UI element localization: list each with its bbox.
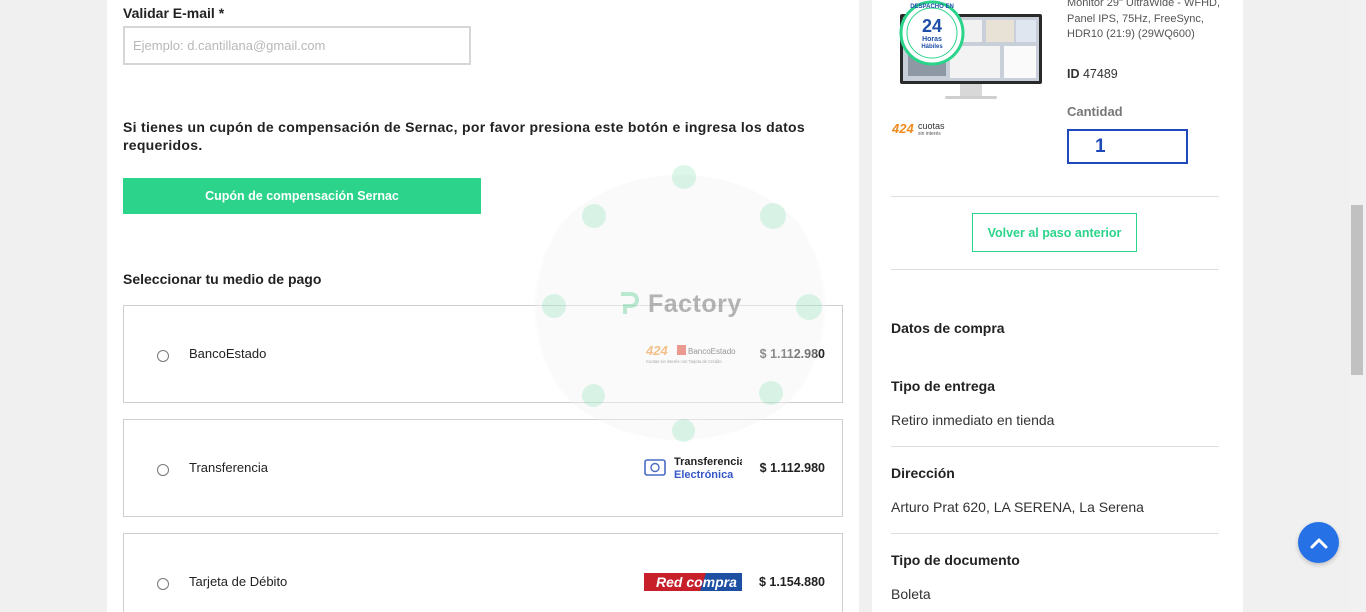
email-input[interactable] [123,26,471,65]
divider [891,196,1219,197]
divider [891,446,1219,447]
delivery-type-label: Tipo de entrega [891,378,995,394]
address-value: Arturo Prat 620, LA SERENA, La Serena [891,499,1144,515]
summary-title: Datos de compra [891,320,1005,336]
product-id-label: ID [1067,67,1080,81]
payment-option-name: BancoEstado [189,346,267,361]
radio-transferencia[interactable] [157,464,169,476]
cuotas-logo: 424 cuotas sin interés [892,121,945,137]
product-description: Monitor 29" UltraWide - WFHD, Panel IPS,… [1067,0,1221,40]
product-id: ID 47489 [1067,67,1118,81]
payment-price: $ 1.154.880 [758,575,825,589]
document-type-value: Boleta [891,586,931,602]
logo-brand-text: BancoEstado [688,347,736,356]
cuotas-number: 424 [892,121,914,136]
address-label: Dirección [891,465,955,481]
cuotas-text: cuotas [918,121,945,131]
radio-debito[interactable] [157,578,169,590]
sernac-coupon-button[interactable]: Cupón de compensación Sernac [123,178,481,214]
transfer-logo: Transferencia Electrónica [644,454,742,482]
payment-option-name: Tarjeta de Débito [189,574,288,589]
divider [891,533,1219,534]
payment-price: $ 1.112.980 [759,347,825,361]
quantity-input[interactable] [1067,129,1188,164]
transfer-logo-text: Transferencia [674,456,742,468]
chevron-up-icon [1310,538,1327,548]
redcompra-logo-text: Red compra [656,574,737,590]
badge-top-text: DESPACHO EN [910,4,954,10]
product-id-value: 47489 [1082,67,1118,81]
logo-424-text: 424 [646,343,668,358]
email-label: Validar E-mail * [123,5,225,21]
scrollbar-thumb[interactable] [1351,205,1363,375]
logo-sub-text: Cuotas sin interés con Tarjeta de Crédit… [646,359,722,364]
scroll-to-top-button[interactable] [1298,522,1339,563]
payment-option-bancoestado[interactable]: BancoEstado 424 BancoEstado Cuotas sin i… [123,305,843,403]
payment-option-transferencia[interactable]: Transferencia Transferencia Electrónica … [123,419,843,517]
quantity-label: Cantidad [1067,104,1123,119]
badge-sub-label: Hábiles [921,44,943,50]
redcompra-logo: Red compra [644,568,742,596]
sernac-instructions: Si tienes un cupón de compensación de Se… [123,119,805,153]
payment-option-debito[interactable]: Tarjeta de Débito Red compra $ 1.154.880 [123,533,843,612]
badge-hours-number: 24 [922,16,942,36]
bancoestado-logo: 424 BancoEstado Cuotas sin interés con T… [646,340,742,368]
delivery-type-value: Retiro inmediato en tienda [891,412,1055,428]
payment-price: $ 1.112.980 [759,461,825,475]
document-type-label: Tipo de documento [891,552,1020,568]
order-summary-panel: DESPACHO EN 24 Horas Hábiles 424 cuotas … [872,0,1243,612]
payment-form-panel: Validar E-mail * Si tienes un cupón de c… [107,0,859,612]
payment-method-title: Seleccionar tu medio de pago [123,271,322,287]
back-step-button[interactable]: Volver al paso anterior [972,213,1137,252]
product-image: DESPACHO EN 24 Horas Hábiles [899,0,1042,99]
badge-hours-label: Horas [922,36,942,43]
cuotas-sub: sin interés [918,131,941,137]
radio-bancoestado[interactable] [157,350,169,362]
divider [891,269,1219,270]
transfer-logo-sub: Electrónica [674,469,734,481]
payment-option-name: Transferencia [189,460,268,475]
checkout-page: Validar E-mail * Si tienes un cupón de c… [0,0,1366,612]
